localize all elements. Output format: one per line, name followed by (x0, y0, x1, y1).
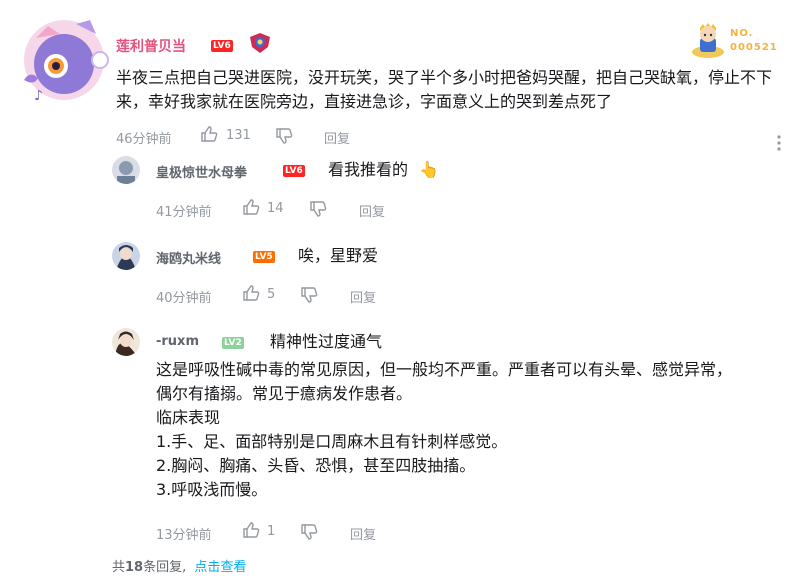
reply-reply-button[interactable]: 回复 (359, 201, 385, 220)
reply-reply-button[interactable]: 回复 (350, 287, 376, 306)
fan-medal-number: 000521 (730, 42, 778, 53)
reply-body-line: 临床表现 (156, 408, 221, 427)
character-badge-icon (692, 23, 724, 58)
fan-medal: NO. 000521 (690, 22, 800, 62)
reply-summary: 共18条回复, 点击查看 (112, 556, 246, 575)
main-comment-text: 半夜三点把自己哭进医院，没开玩笑，哭了半个多小时把爸妈哭醒，把自己哭缺氧，停止不… (116, 68, 773, 111)
reply-total-count: 18 (125, 560, 144, 575)
reply-like-count: 5 (267, 287, 276, 302)
reply-like-count: 14 (267, 201, 284, 216)
reply-text: 精神性过度通气 (270, 332, 383, 351)
reply-text: 唉，星野爱 (298, 246, 379, 265)
reply-level-badge: LV6 (283, 165, 305, 177)
reply-body-line: 3.呼吸浅而慢。 (156, 480, 268, 499)
reply-avatar[interactable] (112, 328, 140, 356)
reply-like-count: 1 (267, 524, 276, 539)
reply-item: 海鸥丸米线 LV5 唉，星野爱 40分钟前 5 回复 (0, 236, 808, 308)
main-avatar[interactable]: ♪ (16, 8, 112, 104)
reply-body-line: 2.胸闷、胸痛、头昏、恐惧，甚至四肢抽搐。 (156, 456, 476, 475)
thumbs-up-icon[interactable] (242, 284, 260, 302)
reply-avatar[interactable] (112, 242, 140, 270)
thumbs-up-icon[interactable] (200, 125, 218, 143)
reply-username[interactable]: 皇极惊世水母拳 (156, 162, 247, 181)
reply-body: 这是呼吸性碱中毒的常见原因，但一般均不严重。严重者可以有头晕、感觉异常， 偶尔有… (156, 358, 796, 502)
reply-avatar[interactable] (112, 156, 140, 184)
view-replies-link[interactable]: 点击查看 (194, 560, 246, 575)
thumbs-down-icon[interactable] (309, 200, 327, 218)
shield-badge-icon (248, 32, 272, 54)
svg-text:♪: ♪ (34, 88, 43, 104)
reply-level-badge: LV2 (222, 337, 244, 349)
reply-body-line: 这是呼吸性碱中毒的常见原因，但一般均不严重。严重者可以有头晕、感觉异常， (156, 360, 733, 379)
thumbs-down-icon[interactable] (300, 523, 318, 541)
reply-username[interactable]: -ruxm (156, 334, 199, 349)
thumbs-down-icon[interactable] (275, 127, 293, 145)
reply-text: 看我推看的 (328, 160, 409, 179)
thumbs-up-icon[interactable] (242, 198, 260, 216)
main-time: 46分钟前 (116, 132, 172, 147)
reply-total-prefix: 共 (112, 560, 126, 575)
reply-reply-button[interactable]: 回复 (350, 524, 376, 543)
reply-time: 40分钟前 (156, 291, 212, 306)
pointing-up-emoji-icon: 👆 (419, 160, 439, 179)
thumbs-down-icon[interactable] (300, 286, 318, 304)
reply-body-line: 偶尔有搐搦。常见于癔病发作患者。 (156, 384, 413, 403)
main-username[interactable]: 莲利普贝当 (116, 36, 186, 56)
main-level-badge: LV6 (211, 40, 233, 52)
reply-body-line: 1.手、足、面部特别是口周麻木且有针刺样感觉。 (156, 432, 508, 451)
main-comment: ♪ 莲利普贝当 LV6 NO. 000521 半夜三点把自己哭进医院，没开玩笑，… (0, 0, 808, 151)
main-reply-button[interactable]: 回复 (324, 128, 350, 147)
reply-level-badge: LV5 (253, 251, 275, 263)
reply-time: 41分钟前 (156, 205, 212, 220)
main-like-count: 131 (226, 128, 251, 143)
reply-time: 13分钟前 (156, 528, 212, 543)
reply-username[interactable]: 海鸥丸米线 (156, 248, 221, 267)
thumbs-up-icon[interactable] (242, 521, 260, 539)
reply-item: -ruxm LV2 精神性过度通气 这是呼吸性碱中毒的常见原因，但一般均不严重。… (0, 322, 808, 543)
reply-item: 皇极惊世水母拳 LV6 看我推看的 👆 41分钟前 14 回复 (0, 150, 808, 222)
fan-medal-no: NO. (730, 28, 754, 39)
reply-total-suffix: 条回复, (143, 560, 187, 575)
